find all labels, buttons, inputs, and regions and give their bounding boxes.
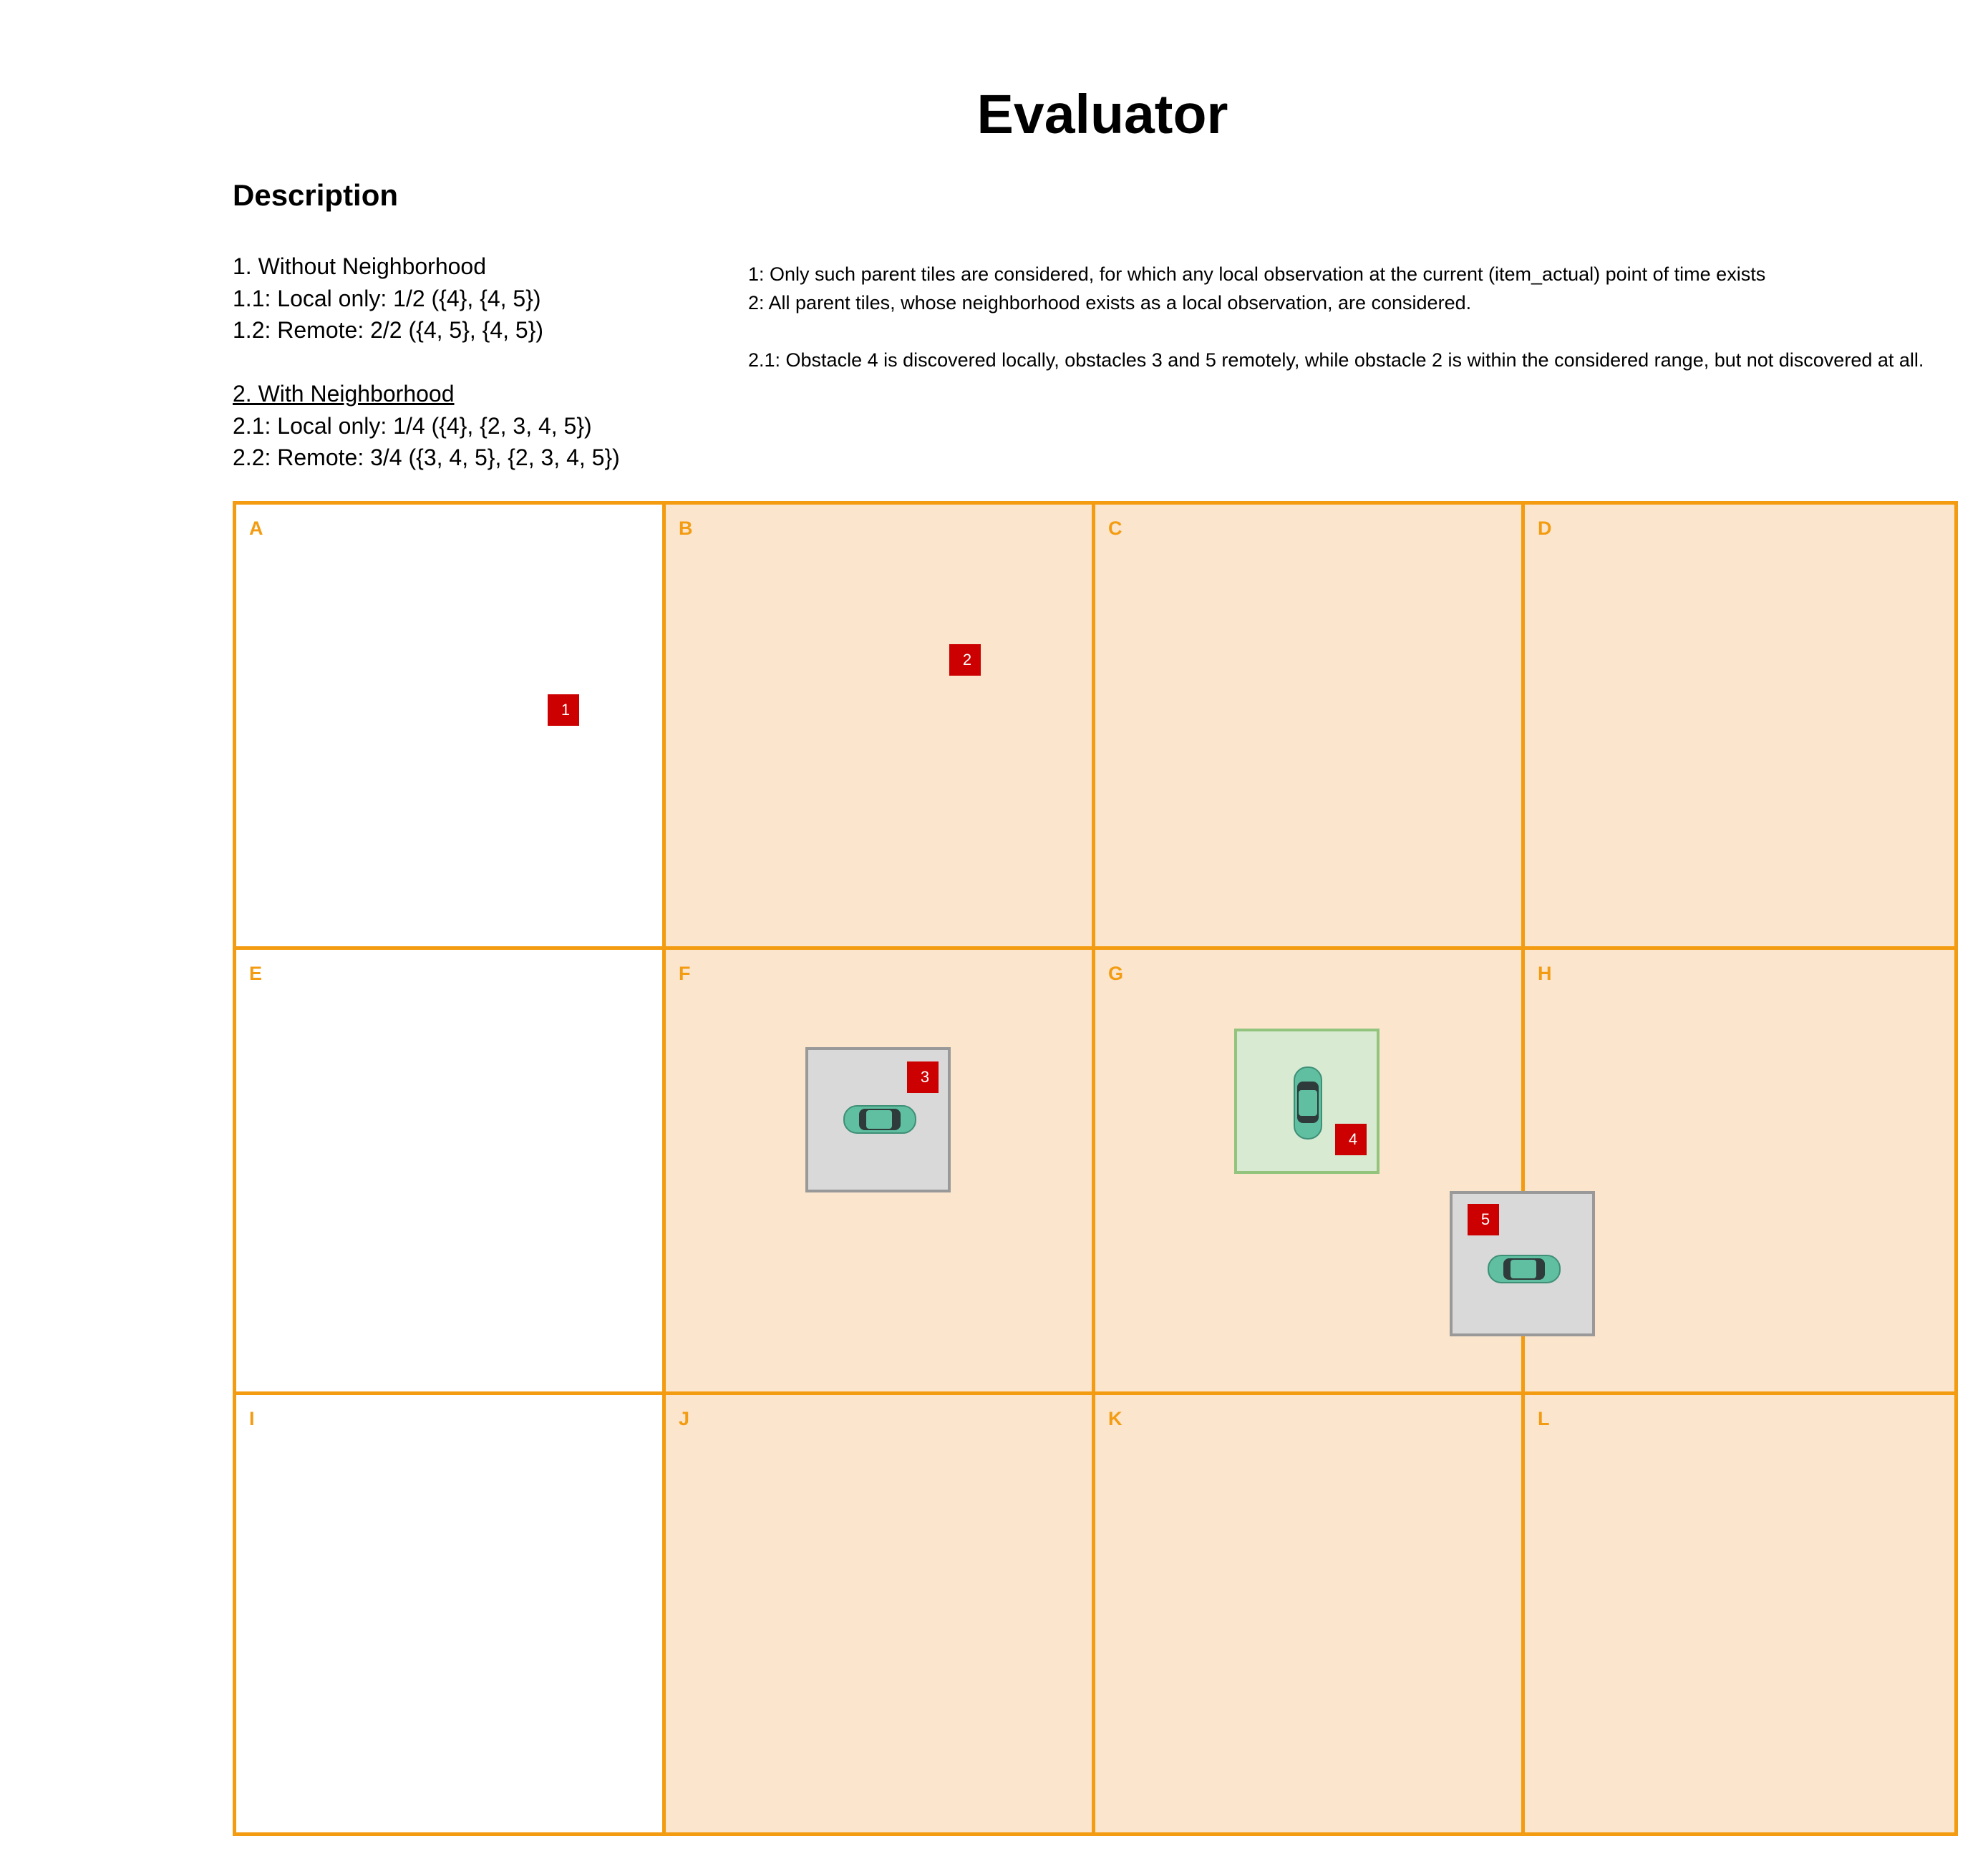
without-neighborhood-local: 1.1: Local only: 1/2 ({4}, {4, 5}) — [233, 285, 541, 311]
tile-label: B — [679, 518, 693, 539]
note-3: 2.1: Obstacle 4 is discovered locally, o… — [748, 349, 1924, 371]
note-2: 2: All parent tiles, whose neighborhood … — [748, 292, 1472, 314]
tile-j: J — [662, 1391, 1095, 1836]
car-icon — [843, 1105, 916, 1134]
tile-label: A — [249, 518, 263, 539]
note-spacer — [748, 317, 1958, 346]
tile-label: I — [249, 1408, 255, 1429]
tile-d: D — [1521, 501, 1958, 950]
with-neighborhood-heading: 2. With Neighborhood — [233, 381, 455, 407]
obstacle-1: 1 — [548, 694, 579, 726]
tile-label: G — [1108, 963, 1124, 984]
tile-label: K — [1108, 1408, 1123, 1429]
tile-label: L — [1538, 1408, 1550, 1429]
tile-label: J — [679, 1408, 690, 1429]
description-heading: Description — [233, 178, 399, 212]
without-neighborhood-heading: 1. Without Neighborhood — [233, 253, 486, 279]
tile-a: A — [233, 501, 666, 950]
obstacle-2: 2 — [949, 644, 981, 676]
tile-k: K — [1092, 1391, 1525, 1836]
page-title: Evaluator — [976, 84, 1228, 145]
with-neighborhood-local: 2.1: Local only: 1/4 ({4}, {2, 3, 4, 5}) — [233, 412, 592, 439]
metrics-list: 1. Without Neighborhood 1.1: Local only:… — [233, 251, 620, 474]
obstacle-3: 3 — [907, 1061, 939, 1093]
note-1: 1: Only such parent tiles are considered… — [748, 263, 1766, 285]
tile-b: B — [662, 501, 1095, 950]
tile-label: E — [249, 963, 263, 984]
tile-label: D — [1538, 518, 1552, 539]
obstacle-5: 5 — [1468, 1204, 1499, 1235]
tile-l: L — [1521, 1391, 1958, 1836]
without-neighborhood-remote: 1.2: Remote: 2/2 ({4, 5}, {4, 5}) — [233, 317, 544, 343]
obstacle-4: 4 — [1335, 1124, 1367, 1155]
notes: 1: Only such parent tiles are considered… — [748, 260, 1958, 374]
car-icon — [1488, 1255, 1561, 1283]
tile-e: E — [233, 946, 666, 1395]
tile-c: C — [1092, 501, 1525, 950]
car-icon — [1294, 1066, 1322, 1140]
tile-i: I — [233, 1391, 666, 1836]
tile-grid: A B C D E F G H I J K L 3 4 5 1 2 — [233, 501, 1958, 1836]
with-neighborhood-remote: 2.2: Remote: 3/4 ({3, 4, 5}, {2, 3, 4, 5… — [233, 444, 620, 470]
tile-label: H — [1538, 963, 1552, 984]
tile-label: C — [1108, 518, 1123, 539]
tile-label: F — [679, 963, 691, 984]
